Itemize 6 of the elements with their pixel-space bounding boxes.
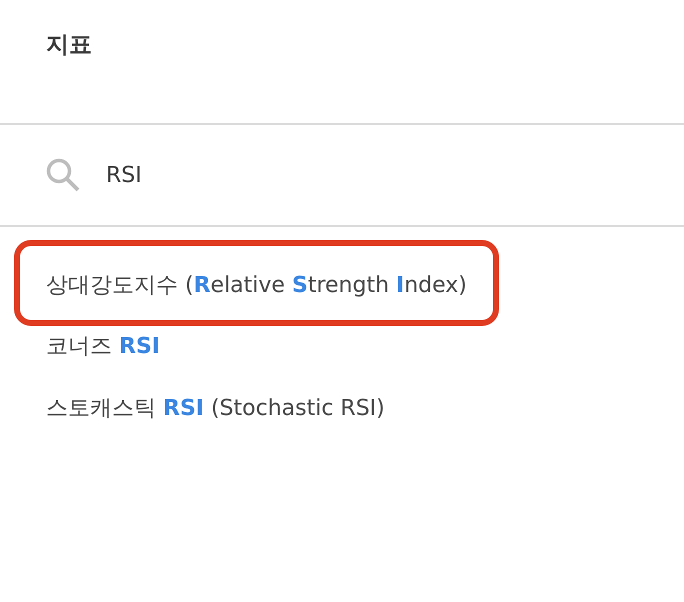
search-field[interactable]: RSI [106,159,664,191]
indicator-list-item[interactable]: 스토캐스틱 RSI (Stochastic RSI) [46,394,385,423]
panel-title: 지표 [46,31,92,60]
search-icon [46,158,80,192]
indicator-list-item[interactable]: 코너즈 RSI [46,333,160,362]
indicator-list-item[interactable]: 상대강도지수 (Relative Strength Index) [46,272,467,300]
